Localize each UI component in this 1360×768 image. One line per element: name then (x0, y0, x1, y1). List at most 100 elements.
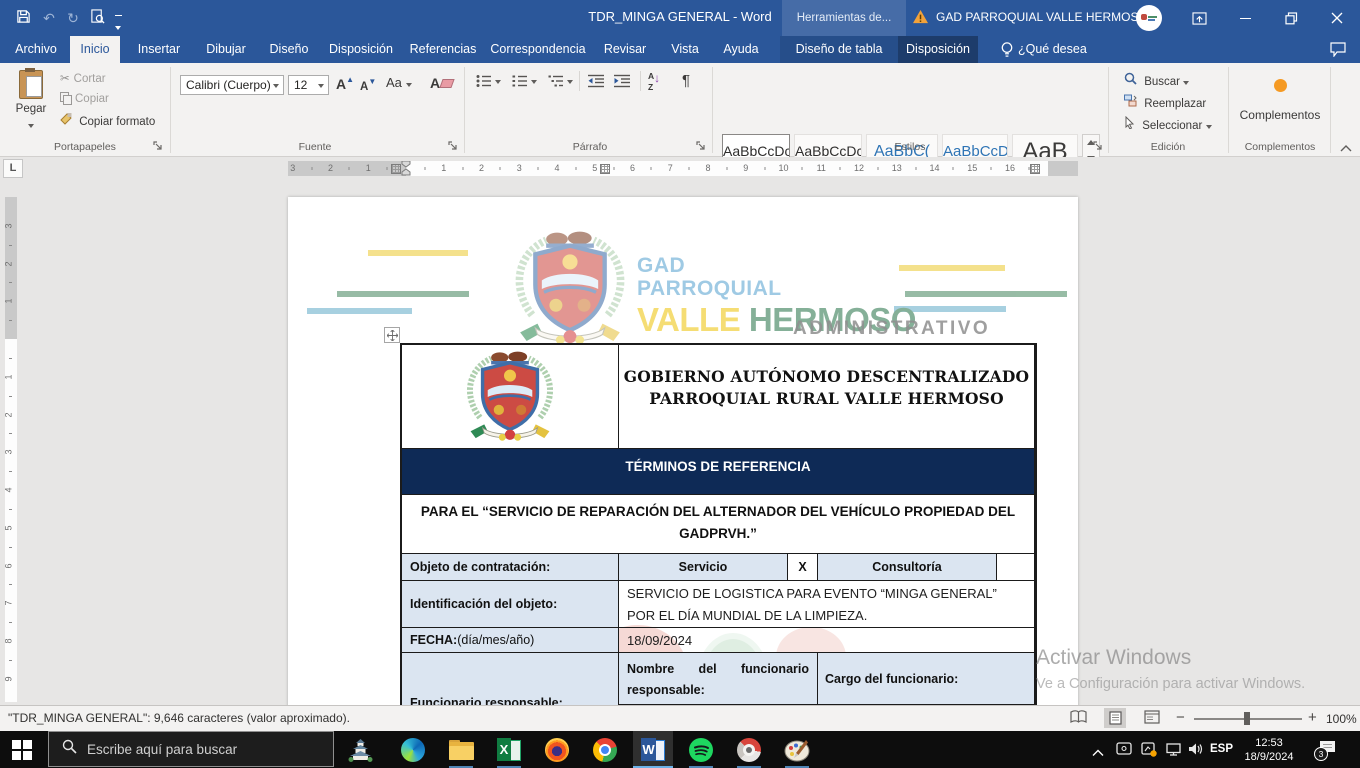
tab-inicio[interactable]: Inicio (70, 36, 120, 63)
copy-button[interactable]: Copiar (60, 92, 109, 105)
language-indicator[interactable]: ESP (1210, 743, 1233, 755)
clear-formatting-button[interactable]: A (430, 75, 453, 91)
tab-diseno-de-tabla[interactable]: Diseño de tabla (788, 36, 890, 63)
paste-button[interactable]: Pegar (8, 66, 54, 138)
tell-me-box[interactable]: ¿Qué desea hacer? (1018, 36, 1128, 63)
network-icon[interactable] (1166, 743, 1182, 761)
fecha-value-cell[interactable]: 18/09/2024 (619, 628, 1035, 653)
objeto-label-cell[interactable]: Objeto de contratación: (402, 554, 619, 581)
taskbar-excel-icon[interactable]: X (489, 731, 529, 768)
subject-cell[interactable]: PARA EL “SERVICIO DE REPARACIÓN DEL ALTE… (402, 495, 1035, 554)
taskbar-search-box[interactable]: Escribe aquí para buscar (48, 731, 334, 767)
document-table[interactable]: GOBIERNO AUTÓNOMO DESCENTRALIZADO PARROQ… (400, 343, 1037, 705)
collapse-ribbon-icon[interactable] (1340, 143, 1352, 155)
tab-insertar[interactable]: Insertar (128, 36, 190, 63)
taskbar-chrome-icon[interactable] (585, 731, 625, 768)
indent-markers-icon[interactable] (401, 161, 411, 181)
taskbar-word-icon[interactable]: W (633, 731, 673, 768)
select-button[interactable]: Seleccionar (1124, 116, 1212, 132)
clock[interactable]: 12:53 18/9/2024 (1240, 736, 1298, 764)
taskbar-edge-icon[interactable] (393, 731, 433, 768)
shrink-font-button[interactable]: A▼ (360, 77, 376, 93)
taskbar-spotify-icon[interactable] (681, 731, 721, 768)
consultoria-mark-cell[interactable] (997, 554, 1035, 581)
taskbar-chrome-profile-icon[interactable] (729, 731, 769, 768)
table-column-marker-icon[interactable] (600, 164, 610, 174)
find-button[interactable]: Buscar (1124, 72, 1189, 88)
tray-onedrive-icon[interactable] (1116, 742, 1132, 761)
notification-center-icon[interactable]: 3 (1318, 740, 1338, 758)
table-column-marker-icon[interactable] (1030, 164, 1040, 174)
close-button[interactable] (1320, 0, 1354, 36)
zoom-out-button[interactable]: − (1176, 709, 1185, 726)
fecha-label-cell[interactable]: FECHA: (día/mes/año) (402, 628, 619, 653)
news-widget-castle-icon[interactable] (340, 731, 380, 768)
change-case-button[interactable]: Aa (386, 75, 412, 90)
font-size-select[interactable]: 12 (288, 75, 329, 95)
tab-diseno[interactable]: Diseño (262, 36, 316, 63)
tab-dibujar[interactable]: Dibujar (198, 36, 254, 63)
feedback-comment-icon[interactable] (1330, 42, 1346, 62)
table-logo-cell[interactable] (402, 345, 619, 449)
addins-button[interactable]: Complementos (1234, 71, 1326, 135)
zoom-in-button[interactable]: + (1308, 709, 1317, 726)
tab-archivo[interactable]: Archivo (10, 36, 62, 63)
pilcrow-button[interactable]: ¶ (682, 72, 690, 89)
identificacion-label-cell[interactable]: Identificación del objeto: (402, 581, 619, 628)
account-name[interactable]: GAD PARROQUIAL VALLE HERMOSO (936, 10, 1148, 24)
zoom-slider-thumb[interactable] (1244, 712, 1250, 725)
tab-disposicion[interactable]: Disposición (324, 36, 398, 63)
replace-button[interactable]: Reemplazar (1124, 94, 1206, 110)
taskbar-firefox-icon[interactable] (537, 731, 577, 768)
table-move-handle[interactable] (384, 327, 400, 343)
grow-font-button[interactable]: A▲ (336, 75, 354, 92)
font-dialog-launcher-icon[interactable] (448, 141, 459, 152)
numbered-list-icon[interactable] (512, 74, 528, 93)
funcionario-label-cell[interactable]: Funcionario responsable: (402, 653, 619, 705)
tab-revisar[interactable]: Revisar (596, 36, 654, 63)
tray-settings-badge-icon[interactable] (1141, 742, 1157, 762)
horizontal-ruler[interactable]: 32112345678910111213141516 (288, 161, 1078, 176)
taskbar-file-explorer-icon[interactable] (441, 731, 481, 768)
print-layout-icon[interactable] (1104, 708, 1126, 728)
identificacion-value-cell[interactable]: SERVICIO DE LOGISTICA PARA EVENTO “MINGA… (619, 581, 1035, 628)
minimize-button[interactable] (1228, 0, 1262, 36)
decrease-indent-icon[interactable] (588, 74, 605, 93)
word-count-status[interactable]: "TDR_MINGA GENERAL": 9,646 caracteres (v… (8, 711, 350, 725)
vertical-ruler[interactable]: 321123456789 (5, 197, 17, 702)
consultoria-cell[interactable]: Consultoría (818, 554, 997, 581)
cut-button[interactable]: ✂Cortar (60, 71, 106, 85)
paragraph-dialog-launcher-icon[interactable] (696, 141, 707, 152)
font-family-select[interactable]: Calibri (Cuerpo) (180, 75, 284, 95)
table-column-marker-icon[interactable] (391, 164, 401, 174)
bullet-list-icon[interactable] (476, 74, 492, 93)
avatar[interactable] (1136, 5, 1162, 31)
org-title-cell[interactable]: GOBIERNO AUTÓNOMO DESCENTRALIZADO PARROQ… (619, 345, 1035, 449)
tab-ayuda[interactable]: Ayuda (716, 36, 766, 63)
increase-indent-icon[interactable] (614, 74, 631, 93)
multilevel-list-icon[interactable] (548, 74, 564, 93)
tab-disposicion-contextual[interactable]: Disposición (898, 36, 978, 63)
tab-vista[interactable]: Vista (662, 36, 708, 63)
web-layout-icon[interactable] (1144, 710, 1160, 729)
sort-icon[interactable]: A↓ Z (648, 72, 660, 92)
tab-stop-selector[interactable]: L (3, 159, 23, 178)
styles-dialog-launcher-icon[interactable] (1093, 141, 1104, 152)
restore-button[interactable] (1274, 0, 1308, 36)
ribbon-display-options-icon[interactable] (1182, 0, 1216, 36)
numbered-dropdown-icon[interactable] (531, 80, 537, 84)
document-page[interactable]: GAD PARROQUIAL VALLE HERMOSO ADMINISTRAT… (288, 197, 1078, 705)
volume-icon[interactable] (1188, 742, 1204, 761)
tab-referencias[interactable]: Referencias (406, 36, 480, 63)
bullet-dropdown-icon[interactable] (495, 80, 501, 84)
tdr-title-cell[interactable]: TÉRMINOS DE REFERENCIA (402, 449, 1035, 495)
nombre-funcionario-label-cell[interactable]: Nombre del funcionario responsable: (619, 653, 818, 705)
read-mode-icon[interactable] (1070, 710, 1087, 729)
clipboard-dialog-launcher-icon[interactable] (153, 141, 164, 152)
zoom-percentage[interactable]: 100% (1326, 712, 1357, 726)
servicio-mark-cell[interactable]: X (788, 554, 818, 581)
cargo-funcionario-label-cell[interactable]: Cargo del funcionario: (818, 653, 1035, 705)
tab-correspondencia[interactable]: Correspondencia (488, 36, 588, 63)
taskbar-paint-icon[interactable] (777, 731, 817, 768)
start-button[interactable] (2, 731, 42, 768)
